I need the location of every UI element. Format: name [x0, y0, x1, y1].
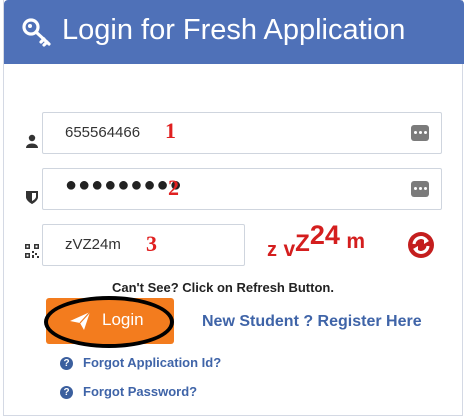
- captcha-input[interactable]: zVZ24m: [42, 224, 245, 266]
- page-title: Login for Fresh Application: [62, 14, 406, 46]
- captcha-input-value: zVZ24m: [65, 236, 121, 253]
- forgot-link-label: Forgot Application Id?: [83, 355, 222, 370]
- annotation-2: 2: [168, 175, 179, 200]
- login-button[interactable]: Login: [46, 298, 174, 344]
- question-icon: ?: [60, 386, 73, 399]
- refresh-hint: Can't See? Click on Refresh Button.: [112, 280, 334, 295]
- captcha-image: z vZ24 m: [267, 220, 365, 261]
- qr-code-icon: [25, 244, 39, 258]
- annotation-3: 3: [146, 231, 157, 256]
- captcha-char: v: [283, 238, 296, 261]
- autofill-key-icon[interactable]: [411, 125, 429, 141]
- autofill-key-icon[interactable]: [411, 181, 429, 197]
- question-icon: ?: [60, 357, 73, 370]
- card-header: Login for Fresh Application: [4, 0, 464, 64]
- captcha-char: m: [346, 230, 365, 253]
- captcha-char: z: [267, 239, 277, 261]
- shield-icon: [26, 191, 38, 204]
- user-icon: [26, 134, 38, 148]
- key-icon: [22, 18, 51, 47]
- register-link[interactable]: New Student ? Register Here: [202, 313, 422, 331]
- refresh-icon[interactable]: [407, 231, 435, 259]
- captcha-char: 24: [309, 220, 340, 250]
- password-field[interactable]: ●●●●●●●●●: [42, 168, 442, 210]
- forgot-link-label: Forgot Password?: [83, 384, 198, 399]
- password-value: ●●●●●●●●●: [65, 174, 183, 196]
- captcha-char: Z: [295, 230, 310, 257]
- application-id-field[interactable]: 655564466: [42, 112, 442, 154]
- login-card: Login for Fresh Application 655564466 1 …: [3, 0, 464, 416]
- send-icon: [70, 312, 90, 330]
- login-button-label: Login: [102, 310, 144, 329]
- annotation-1: 1: [165, 118, 176, 143]
- application-id-value: 655564466: [65, 124, 141, 141]
